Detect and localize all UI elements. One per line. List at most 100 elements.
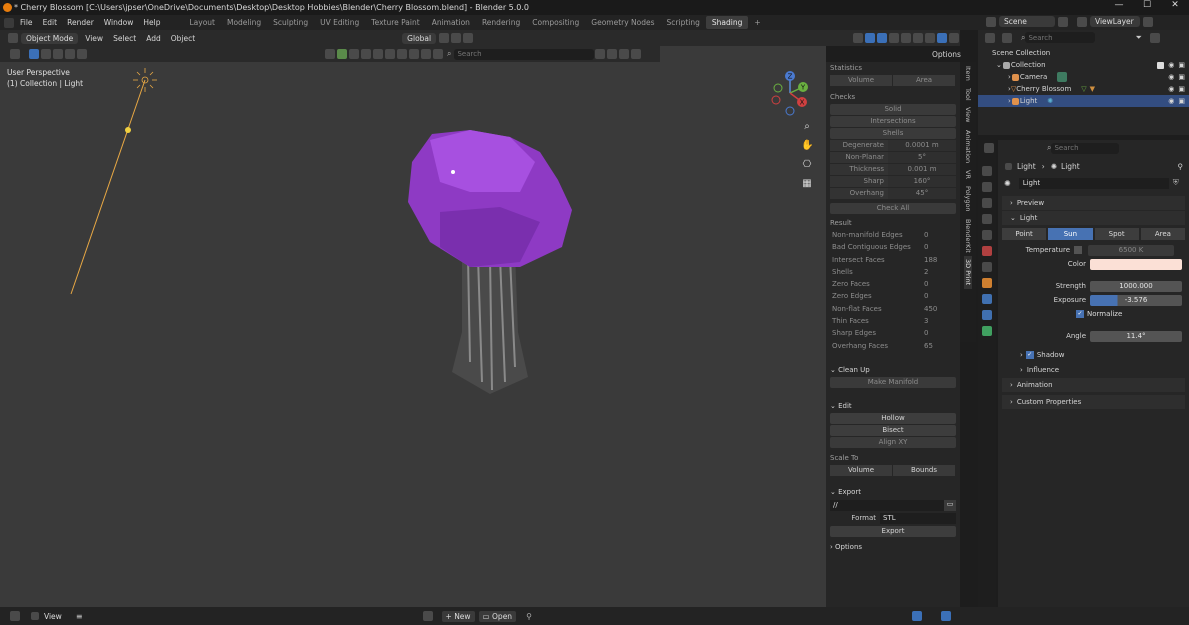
filter-image-icon[interactable] (409, 49, 419, 59)
output-props-icon[interactable] (982, 198, 992, 208)
outliner-item-camera[interactable]: › Camera ◉ ▣ (978, 71, 1189, 83)
editor-type-icon[interactable] (8, 33, 18, 43)
filter-scene-icon[interactable] (433, 49, 443, 59)
tab-compositing[interactable]: Compositing (526, 18, 585, 27)
select-mode-subtract-icon[interactable] (53, 49, 63, 59)
shading-rendered-icon[interactable] (937, 33, 947, 43)
preview-panel-header[interactable]: › Preview (1002, 196, 1185, 210)
tool-props-icon[interactable] (982, 166, 992, 176)
render-camera-icon[interactable]: ▣ (1178, 97, 1185, 105)
constraints-props-icon[interactable] (982, 310, 992, 320)
scene-field[interactable]: Scene (999, 16, 1055, 27)
select-mode-extend-icon[interactable] (41, 49, 51, 59)
tree-canopy[interactable] (408, 130, 572, 267)
shading-solid-icon[interactable] (913, 33, 923, 43)
tab-animation-sidebar[interactable]: Animation (964, 127, 972, 166)
tab-polygon[interactable]: Polygon (964, 183, 972, 215)
export-path-field[interactable]: // (830, 499, 944, 511)
render-props-icon[interactable] (982, 182, 992, 192)
light-type-spot[interactable]: Spot (1094, 228, 1139, 240)
light-target-handle[interactable] (125, 127, 131, 133)
breadcrumb-data[interactable]: Light (1061, 162, 1080, 171)
orientation-dropdown[interactable]: Global (402, 32, 437, 44)
shells-button[interactable]: Shells (830, 128, 956, 139)
options-dropdown[interactable]: Options (932, 50, 961, 59)
tab-item[interactable]: Item (964, 63, 972, 84)
physics-props-icon[interactable] (982, 294, 992, 304)
checks-header[interactable]: Checks (826, 91, 960, 103)
visibility-eye-icon[interactable]: ◉ (1168, 97, 1174, 105)
xray-icon[interactable] (889, 33, 899, 43)
zoom-icon[interactable]: ⌕ (801, 121, 813, 133)
export-header[interactable]: ⌄ Export (826, 486, 960, 498)
shadow-subpanel[interactable]: › ✓ Shadow (1012, 348, 1185, 362)
make-manifold-button[interactable]: Make Manifold (830, 376, 956, 388)
tab-animation[interactable]: Animation (426, 18, 476, 27)
open-image-button[interactable]: ▭ Open (478, 610, 517, 622)
overhang-value[interactable]: 45° (888, 188, 956, 199)
bottom-editor-type-icon[interactable] (10, 611, 20, 621)
collection-checkbox[interactable] (1157, 61, 1165, 69)
thickness-value[interactable]: 0.001 m (888, 164, 956, 175)
viewport-scene[interactable] (0, 62, 826, 607)
folder-icon[interactable]: ▭ (944, 499, 956, 511)
light-type-point[interactable]: Point (1002, 228, 1047, 240)
minimize-icon[interactable]: — (1105, 0, 1133, 10)
filter-icon[interactable] (619, 49, 630, 59)
gizmo-toggle-icon[interactable] (911, 611, 922, 621)
options-header[interactable]: › Options (826, 541, 960, 553)
tab-sculpting[interactable]: Sculpting (267, 18, 314, 27)
result-row[interactable]: Sharp Edges 0 (826, 327, 960, 339)
light-data-props-icon[interactable] (982, 326, 992, 336)
exposure-field[interactable]: -3.576 (1090, 294, 1182, 306)
tab-tool[interactable]: Tool (964, 85, 972, 104)
volume-button[interactable]: Volume (830, 75, 892, 86)
check-all-button[interactable]: Check All (830, 203, 956, 214)
normalize-checkbox[interactable]: ✓ (1076, 310, 1084, 318)
breadcrumb-object[interactable]: Light (1017, 162, 1036, 171)
non-planar-value[interactable]: 5° (888, 152, 956, 163)
select-mode-invert-icon[interactable] (65, 49, 75, 59)
filter-world-icon[interactable] (385, 49, 395, 59)
outliner-search-input[interactable] (1025, 32, 1096, 43)
influence-subpanel[interactable]: › Influence (1012, 363, 1185, 377)
light-panel-header[interactable]: ⌄ Light (1002, 211, 1185, 225)
hollow-button[interactable]: Hollow (830, 412, 956, 424)
sharp-field[interactable]: Sharp 160° (830, 176, 956, 187)
light-type-area[interactable]: Area (1140, 228, 1185, 240)
mode-dropdown[interactable]: Object Mode (21, 32, 79, 44)
display-mode-icon[interactable] (1002, 32, 1012, 43)
shadow-checkbox[interactable]: ✓ (1025, 351, 1034, 359)
new-image-button[interactable]: + New (441, 610, 475, 622)
menu-file[interactable]: File (15, 18, 38, 27)
light-type-sun[interactable]: Sun (1048, 228, 1093, 240)
menu-add[interactable]: Add (141, 34, 166, 43)
display-options-icon[interactable] (607, 49, 618, 59)
bookmark-icon[interactable] (595, 49, 606, 59)
pin-icon[interactable]: ⚲ (1178, 162, 1184, 171)
filter-material-icon[interactable] (337, 49, 347, 59)
close-icon[interactable]: ✕ (1161, 0, 1189, 10)
maximize-icon[interactable]: ☐ (1133, 0, 1161, 10)
result-row[interactable]: Shells 2 (826, 266, 960, 278)
outliner-item-light[interactable]: › Light ✺ ◉ ▣ (978, 95, 1189, 107)
area-button[interactable]: Area (893, 75, 955, 86)
light-datablock-field[interactable]: Light (1018, 177, 1169, 189)
new-scene-icon[interactable] (1058, 16, 1068, 27)
camera-view-icon[interactable]: ⎔ (801, 159, 813, 171)
menu-object[interactable]: Object (166, 34, 200, 43)
tab-shading[interactable]: Shading (705, 16, 749, 29)
outliner-item-cherry-blossom[interactable]: › ▽ Cherry Blossom ▽ ▼ ◉ ▣ (978, 83, 1189, 95)
visibility-icon[interactable] (853, 33, 863, 43)
select-mode-new-icon[interactable] (29, 49, 39, 59)
strength-field[interactable]: 1000.000 (1090, 280, 1182, 292)
shield-icon[interactable] (631, 49, 642, 59)
filter-object-icon[interactable] (349, 49, 359, 59)
data-type-icon[interactable]: ✺ (1004, 179, 1011, 188)
shading-material-icon[interactable] (925, 33, 935, 43)
ortho-grid-icon[interactable]: ▦ (801, 178, 813, 190)
image-browse-icon[interactable] (422, 611, 433, 621)
tab-vr[interactable]: VR (964, 167, 972, 182)
scene-props-icon[interactable] (982, 230, 992, 240)
result-row[interactable]: Non-manifold Edges 0 (826, 229, 960, 241)
